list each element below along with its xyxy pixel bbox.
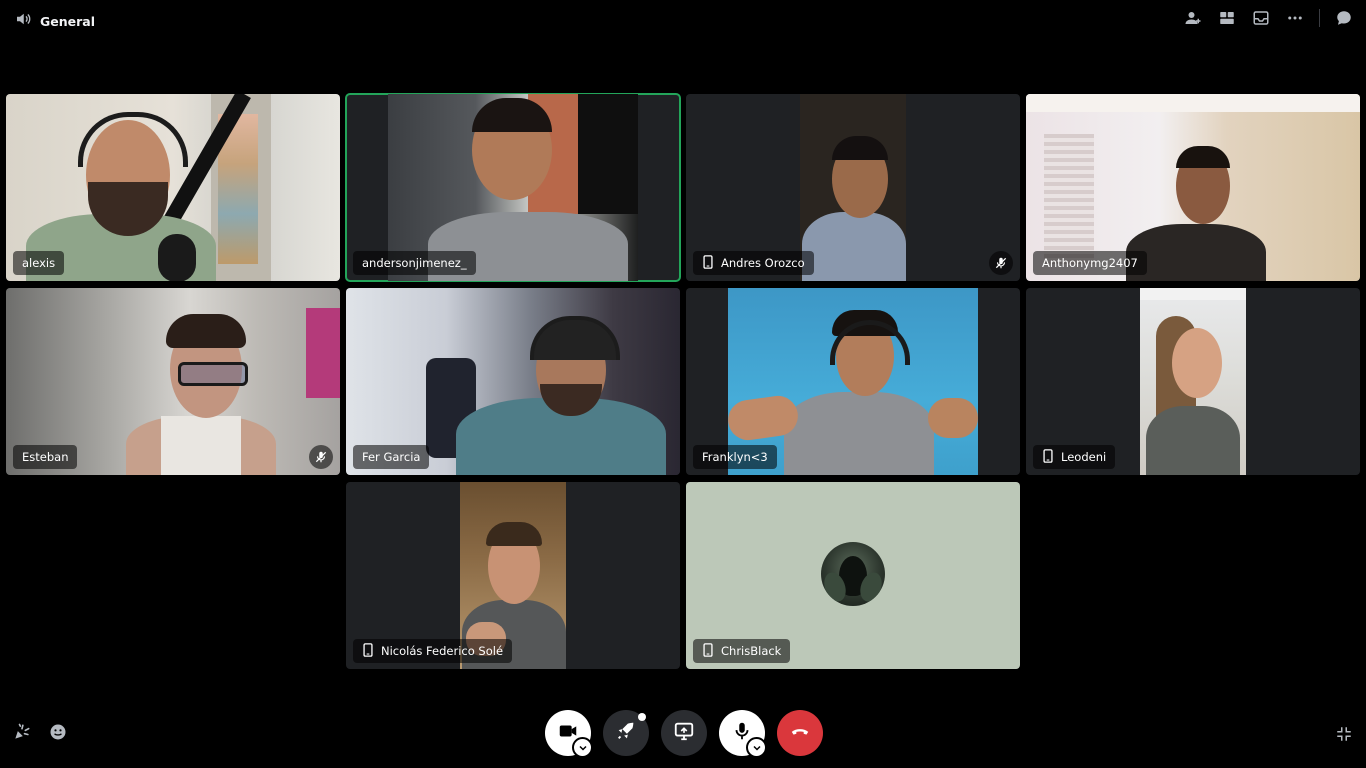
participant-name: Leodeni [1061,450,1107,464]
participant-tile[interactable]: Anthonymg2407 [1026,94,1360,281]
participant-tile[interactable]: Nicolás Federico Solé [346,482,680,669]
participant-name: andersonjimenez_ [362,256,467,270]
chat-icon[interactable] [1334,8,1354,28]
participant-name-tag: ChrisBlack [693,639,791,663]
participant-tile[interactable]: Fer Garcia [346,288,680,475]
microphone-button[interactable] [719,710,767,758]
participant-tile[interactable]: andersonjimenez_ [345,93,681,282]
notification-dot [638,713,646,721]
invite-user-icon[interactable] [1183,8,1203,28]
participant-name: alexis [22,256,56,270]
participant-name: ChrisBlack [721,644,782,658]
participant-name: Nicolás Federico Solé [381,644,504,658]
video-feed [1140,288,1246,475]
muted-microphone-icon [989,251,1013,275]
channel-name: General [40,13,95,29]
speaker-icon [14,10,32,32]
participant-name-tag: Fer Garcia [353,445,430,469]
participant-name: Andres Orozco [721,256,805,270]
participant-tile[interactable]: Franklyn<3 [686,288,1020,475]
exit-fullscreen-icon[interactable] [1334,724,1354,744]
participant-tile[interactable]: alexis [6,94,340,281]
participant-tile[interactable]: ChrisBlack [686,482,1020,669]
rocket-icon [615,720,637,746]
more-options-icon[interactable] [1285,8,1305,28]
mobile-device-icon [702,642,714,660]
participant-name-tag: alexis [13,251,65,275]
participant-name: Anthonymg2407 [1042,256,1138,270]
video-feed [800,94,906,281]
participant-name: Franklyn<3 [702,450,768,464]
participant-name: Esteban [22,450,69,464]
mobile-device-icon [702,254,714,272]
header-divider [1319,9,1320,27]
participant-name-tag: andersonjimenez_ [353,251,476,275]
muted-microphone-icon [309,445,333,469]
emoji-icon[interactable] [48,722,68,742]
participant-name-tag: Andres Orozco [693,251,814,275]
participant-name-tag: Leodeni [1033,445,1116,469]
participant-tile[interactable]: Andres Orozco [686,94,1020,281]
mobile-device-icon [362,642,374,660]
microphone-options-chevron-icon[interactable] [746,737,767,758]
mobile-device-icon [1042,448,1054,466]
share-screen-button[interactable] [661,710,707,756]
avatar [821,542,885,606]
camera-options-chevron-icon[interactable] [572,737,593,758]
participant-name-tag: Anthonymg2407 [1033,251,1147,275]
participant-tile[interactable]: Esteban [6,288,340,475]
participant-name-tag: Nicolás Federico Solé [353,639,513,663]
bottom-left-actions [12,722,68,742]
header-actions [1183,8,1354,28]
screen-share-icon [673,720,695,746]
activities-button[interactable] [603,710,649,756]
camera-button[interactable] [545,710,593,758]
channel-header: General [14,10,95,32]
soundboard-icon[interactable] [12,722,32,742]
participant-name: Fer Garcia [362,450,421,464]
call-controls [545,710,823,758]
top-bar: General [0,0,1366,38]
hang-up-icon [789,720,811,746]
inbox-icon[interactable] [1251,8,1271,28]
disconnect-button[interactable] [777,710,823,756]
participant-name-tag: Franklyn<3 [693,445,777,469]
layout-grid-icon[interactable] [1217,8,1237,28]
participant-tile[interactable]: Leodeni [1026,288,1360,475]
participant-name-tag: Esteban [13,445,78,469]
